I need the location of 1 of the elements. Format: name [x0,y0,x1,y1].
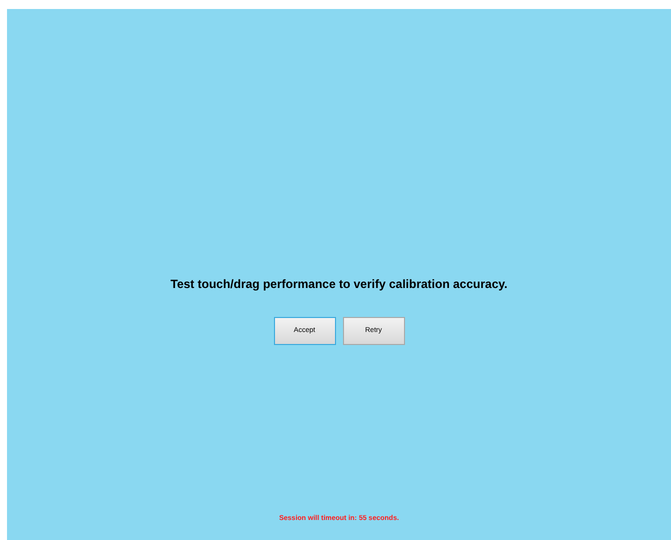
instruction-text: Test touch/drag performance to verify calibration accuracy. [170,276,508,293]
